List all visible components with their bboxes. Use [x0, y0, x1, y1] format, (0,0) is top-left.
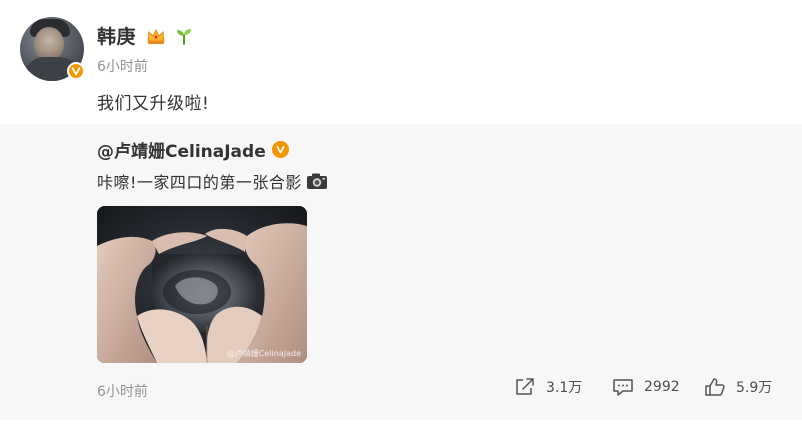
username-row: 韩庚	[97, 22, 194, 49]
like-button[interactable]: 5.9万	[704, 377, 772, 397]
avatar[interactable]	[20, 17, 85, 81]
weibo-post: 韩庚 6小时前 我们又升级啦! @卢靖姗CelinaJade 咔嚓!一家四口的第…	[0, 0, 802, 437]
repost-text: 咔嚓!一家四口的第一张合影	[97, 173, 302, 192]
thumbs-up-icon	[705, 378, 725, 396]
share-button[interactable]: 3.1万	[514, 377, 582, 397]
verified-badge-icon	[271, 141, 289, 158]
camera-icon	[306, 172, 328, 190]
post-text: 我们又升级啦!	[97, 94, 210, 114]
repost-timestamp[interactable]: 6小时前	[97, 381, 148, 401]
repost-author-row: @卢靖姗CelinaJade	[97, 137, 289, 162]
comment-count: 2992	[644, 379, 680, 395]
repost-footer: 6小时前 3.1万 2992 5.9万	[0, 375, 802, 405]
repost-text-row: 咔嚓!一家四口的第一张合影	[97, 169, 328, 193]
crown-icon[interactable]	[146, 27, 166, 45]
share-count: 3.1万	[546, 380, 583, 396]
photo-watermark: @卢靖姗CelinaJade	[226, 349, 301, 358]
username[interactable]: 韩庚	[97, 22, 136, 49]
like-count: 5.9万	[736, 380, 773, 396]
sprout-icon[interactable]	[174, 27, 194, 45]
repost-photo[interactable]: @卢靖姗CelinaJade	[97, 206, 307, 363]
comment-icon	[613, 379, 633, 396]
post-timestamp[interactable]: 6小时前	[97, 56, 148, 76]
verified-badge-icon	[67, 62, 85, 80]
comment-button[interactable]: 2992	[612, 377, 680, 397]
repost-block[interactable]: @卢靖姗CelinaJade 咔嚓!一家四口的第一张合影 @卢靖姗CelinaJ…	[0, 124, 802, 420]
share-icon	[516, 378, 534, 395]
repost-author[interactable]: @卢靖姗CelinaJade	[97, 137, 266, 162]
